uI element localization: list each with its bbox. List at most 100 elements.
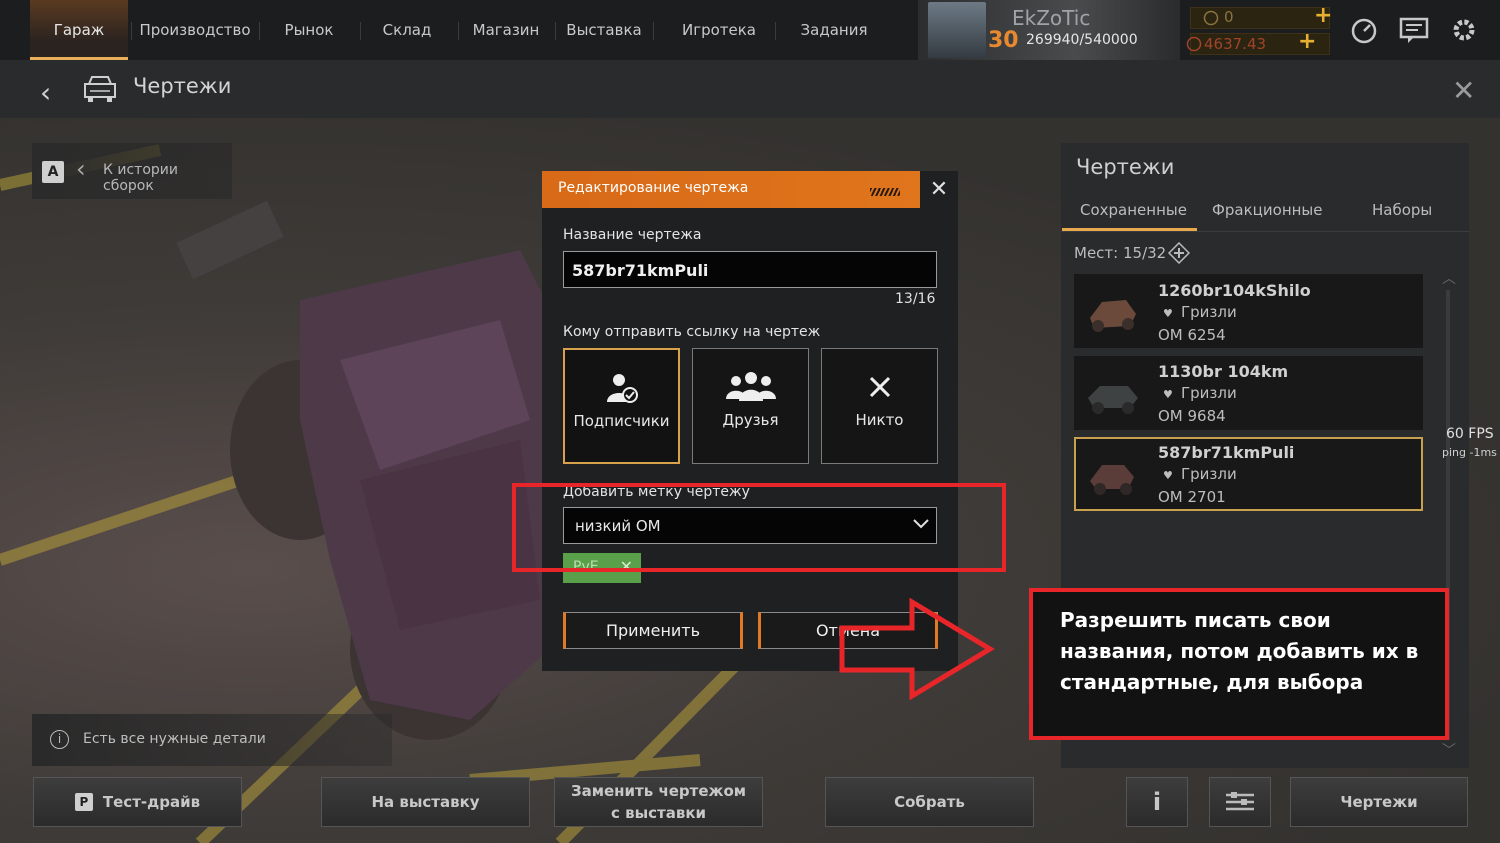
nav-market[interactable]: Рынок <box>272 0 346 60</box>
speedometer-icon[interactable] <box>1348 14 1380 46</box>
tab-saved[interactable]: Сохраненные <box>1080 201 1187 219</box>
vehicle-thumbnail <box>1088 386 1138 414</box>
test-drive-button[interactable]: P Тест-драйв <box>33 777 242 827</box>
crystal-icon <box>1186 36 1202 52</box>
parts-list-button[interactable] <box>1209 777 1271 827</box>
annotation-note: Разрешить писать свои названия, потом до… <box>1060 608 1419 694</box>
replace-from-exhibit-button[interactable]: Заменить чертежом с выставки <box>554 777 763 827</box>
page-title: Чертежи <box>133 74 232 98</box>
nav-divider <box>653 22 654 40</box>
nav-divider <box>360 22 361 40</box>
nav-games[interactable]: Игротека <box>680 0 758 60</box>
annotation-arrow-icon <box>839 598 995 700</box>
info-icon: i <box>50 730 69 749</box>
exhibit-label: На выставку <box>371 793 480 811</box>
nav-shop[interactable]: Магазин <box>470 0 542 60</box>
add-slots-icon[interactable] <box>1168 242 1190 264</box>
player-level: 30 <box>988 28 1019 53</box>
vehicle-thumbnail <box>1090 465 1134 495</box>
blueprints-label: Чертежи <box>1340 793 1418 811</box>
blueprint-faction: Гризли <box>1181 384 1237 402</box>
share-subscribers-label: Подписчики <box>573 412 670 430</box>
share-label: Кому отправить ссылку на чертеж <box>563 324 821 340</box>
player-experience: 269940/540000 <box>1026 32 1138 48</box>
close-icon <box>869 376 890 398</box>
blueprint-name: 587br71kmPuli <box>1158 443 1295 462</box>
nav-production[interactable]: Производство <box>138 0 252 60</box>
add-coins-button[interactable]: + <box>1314 3 1332 28</box>
test-drive-label: Тест-драйв <box>102 793 201 811</box>
car-icon <box>84 76 116 102</box>
nav-exhibition[interactable]: Выставка <box>566 0 642 60</box>
share-subscribers-button[interactable]: Подписчики <box>563 348 680 464</box>
tab-faction[interactable]: Фракционные <box>1212 201 1323 219</box>
fps-counter: 60 FPS <box>1446 426 1494 442</box>
add-crystals-button[interactable]: + <box>1298 29 1316 54</box>
nav-divider <box>775 22 776 40</box>
crystals-value: 4637.43 <box>1204 35 1267 53</box>
share-nobody-label: Никто <box>855 411 904 429</box>
close-icon[interactable]: ✕ <box>1452 74 1475 107</box>
slots-count: Мест: 15/32 <box>1074 244 1167 262</box>
nav-divider <box>259 22 260 40</box>
key-hint-icon: A <box>42 161 64 183</box>
nav-tasks[interactable]: Задания <box>800 0 868 60</box>
tab-active-indicator <box>1062 228 1197 231</box>
blueprint-power-score: ОМ 9684 <box>1158 407 1226 425</box>
nav-divider <box>131 22 132 40</box>
info-button[interactable]: i <box>1126 777 1188 827</box>
ping-counter: ping -1ms <box>1442 446 1497 459</box>
blueprint-name-input[interactable]: 587br71kmPuli <box>563 251 937 288</box>
blueprint-faction: Гризли <box>1181 465 1237 483</box>
apply-button[interactable]: Применить <box>563 612 743 649</box>
info-icon: i <box>1152 788 1162 816</box>
blueprint-power-score: ОМ 6254 <box>1158 326 1226 344</box>
name-label: Название чертежа <box>563 227 702 243</box>
replace-label-line1: Заменить чертежом <box>570 782 747 800</box>
parts-status: i Есть все нужные детали <box>32 714 392 766</box>
blueprint-name: 1260br104kShilo <box>1158 281 1311 300</box>
vehicle-thumbnail <box>1090 300 1136 332</box>
exhibit-button[interactable]: На выставку <box>321 777 530 827</box>
scroll-up-icon[interactable]: ︿ <box>1442 268 1456 288</box>
build-label: Собрать <box>894 793 965 811</box>
decorative-stripes <box>870 188 900 196</box>
subscriber-check-icon <box>606 374 638 403</box>
replace-label-line2: с выставки <box>610 804 707 822</box>
key-hint-icon: P <box>74 793 93 811</box>
list-icon <box>1226 792 1254 811</box>
chat-icon[interactable] <box>1398 14 1430 46</box>
parts-status-label: Есть все нужные детали <box>83 731 266 747</box>
nav-divider <box>458 22 459 40</box>
friends-icon <box>725 372 776 401</box>
blueprint-faction: Гризли <box>1181 303 1237 321</box>
player-name: EkZoTic <box>1012 6 1091 30</box>
history-button[interactable]: A ‹ К истории сборок <box>32 143 232 199</box>
scroll-down-icon[interactable]: ﹀ <box>1442 740 1456 760</box>
share-friends-label: Друзья <box>722 411 779 429</box>
gear-icon[interactable] <box>1448 14 1480 46</box>
faction-icon: ♥ <box>1163 388 1173 401</box>
coin-icon <box>1203 10 1219 26</box>
dialog-close-button[interactable]: ✕ <box>920 171 958 208</box>
faction-icon: ♥ <box>1163 469 1173 482</box>
nav-garage[interactable]: Гараж <box>30 0 128 60</box>
history-label: К истории сборок <box>103 162 178 194</box>
faction-icon: ♥ <box>1163 307 1173 320</box>
nav-warehouse[interactable]: Склад <box>375 0 439 60</box>
blueprint-name: 1130br 104km <box>1158 362 1289 381</box>
blueprint-power-score: ОМ 2701 <box>1158 488 1226 506</box>
back-arrow-icon[interactable]: ‹ <box>40 76 51 109</box>
share-nobody-button[interactable]: Никто <box>821 348 938 464</box>
panel-title: Чертежи <box>1076 155 1175 179</box>
name-char-counter: 13/16 <box>895 291 936 307</box>
share-friends-button[interactable]: Друзья <box>692 348 809 464</box>
chevron-left-icon: ‹ <box>76 155 86 183</box>
tab-sets[interactable]: Наборы <box>1372 201 1432 219</box>
avatar[interactable] <box>928 2 986 58</box>
blueprints-button[interactable]: Чертежи <box>1290 777 1468 827</box>
dialog-title: Редактирование чертежа <box>558 180 749 196</box>
tab-divider <box>1061 231 1469 232</box>
build-button[interactable]: Собрать <box>825 777 1034 827</box>
annotation-highlight-box <box>512 483 1006 572</box>
